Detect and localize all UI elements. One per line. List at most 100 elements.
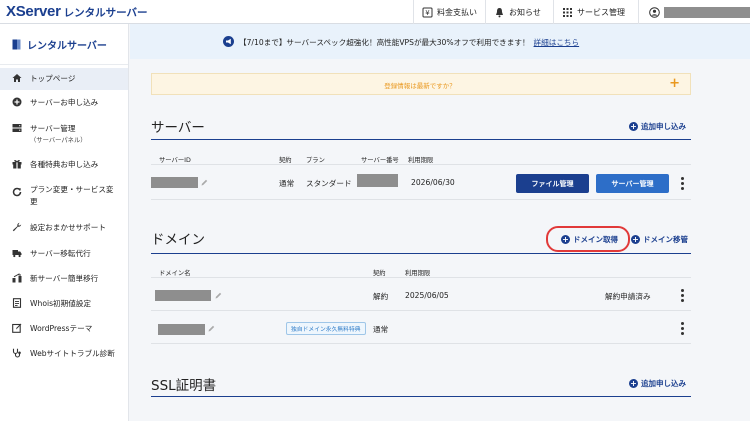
col-contract: 契約 xyxy=(373,270,386,277)
table-row-line xyxy=(151,310,691,311)
pencil-icon[interactable] xyxy=(215,292,222,299)
server-plan: スタンダード xyxy=(306,179,352,188)
plus-circle-icon: + xyxy=(561,235,570,244)
sidebar-item-label: トップページ xyxy=(30,74,76,83)
ssl-add-button[interactable]: + 追加申し込み xyxy=(629,378,686,389)
gift-icon xyxy=(12,159,22,169)
pencil-icon[interactable] xyxy=(208,325,215,332)
sidebar-item-easy-migration[interactable]: 新サーバー簡単移行 xyxy=(0,273,128,289)
domain-contract: 解約 xyxy=(373,292,389,301)
sidebar-item-wordpress-theme[interactable]: WordPressテーマ xyxy=(0,323,128,339)
payment-label: 料金支払い xyxy=(437,7,477,17)
ssl-add-label: 追加申し込み xyxy=(641,379,686,388)
stethoscope-icon xyxy=(12,348,22,358)
user-avatar-icon xyxy=(649,6,660,18)
ssl-section-title: SSL証明書 xyxy=(151,378,217,394)
col-server-number: サーバー番号 xyxy=(361,157,399,164)
campaign-banner: 【7/10まで】サーバースペック超強化！高性能VPSが最大30%オフで利用できま… xyxy=(130,24,750,59)
svg-text:¥: ¥ xyxy=(425,9,430,17)
notice-label: お知らせ xyxy=(509,7,541,17)
sidebar-item-label: サーバー管理 xyxy=(30,124,76,133)
sidebar-item-label: Whois初期値設定 xyxy=(30,299,92,308)
plus-circle-icon: + xyxy=(629,122,638,131)
file-manager-button[interactable]: ファイル管理 xyxy=(516,174,589,193)
sidebar-title[interactable]: レンタルサーバー xyxy=(0,24,128,65)
sidebar-item-label: プラン変更・サービス変 xyxy=(30,185,114,194)
sidebar-item-whois[interactable]: Whois初期値設定 xyxy=(0,298,128,314)
domain-expiry: 2025/06/05 xyxy=(405,291,449,300)
sidebar-item-plan-change[interactable]: プラン変更・サービス変 更 xyxy=(0,184,128,210)
section-divider xyxy=(151,253,691,254)
free-domain-badge: 独自ドメイン永久無料特典 xyxy=(286,322,366,335)
expand-plus-icon[interactable]: + xyxy=(669,76,680,91)
sidebar-item-benefits[interactable]: 各種特典お申し込み xyxy=(0,159,128,175)
sidebar-item-label: Webサイトトラブル診断 xyxy=(30,349,115,358)
banner-detail-link[interactable]: 詳細はこちら xyxy=(534,38,580,47)
domain-more-menu[interactable] xyxy=(681,322,684,335)
payment-button[interactable]: ¥ 料金支払い xyxy=(413,0,482,24)
col-domain-name: ドメイン名 xyxy=(159,270,191,277)
domain-section-title: ドメイン xyxy=(151,232,205,248)
refresh-icon xyxy=(12,187,22,197)
table-row-line xyxy=(151,343,691,344)
domain-more-menu[interactable] xyxy=(681,289,684,302)
truck-icon xyxy=(12,248,22,258)
sidebar-item-label: サーバーお申し込み xyxy=(30,98,99,107)
sidebar-item-label: 新サーバー簡単移行 xyxy=(30,274,99,283)
registration-notice[interactable]: 登録情報は最新ですか？ + xyxy=(151,73,691,95)
table-header-line xyxy=(151,277,691,278)
domain-name-redacted xyxy=(158,324,205,335)
user-name-redacted xyxy=(664,6,750,18)
domain-transfer-button[interactable]: + ドメイン移管 xyxy=(631,234,688,245)
book-icon xyxy=(12,39,21,50)
xserver-logo[interactable]: XServer レンタルサーバー xyxy=(6,3,148,20)
sidebar-item-label-cont: 更 xyxy=(30,197,38,206)
sidebar-item-server-management[interactable]: サーバー管理 （サーバーパネル） xyxy=(0,123,128,149)
server-icon xyxy=(12,123,22,133)
server-more-menu[interactable] xyxy=(681,177,684,190)
domain-name-redacted xyxy=(155,290,211,301)
col-server-id: サーバーID xyxy=(159,157,191,164)
user-menu[interactable] xyxy=(638,0,750,24)
banner-text: 【7/10まで】サーバースペック超強化！高性能VPSが最大30%オフで利用できま… xyxy=(239,38,530,47)
sidebar-item-label: WordPressテーマ xyxy=(30,324,93,333)
sidebar-item-label: サーバー移転代行 xyxy=(30,249,91,258)
sidebar-item-label: 設定おまかせサポート xyxy=(30,223,106,232)
domain-contract: 通常 xyxy=(373,325,389,334)
bell-icon xyxy=(494,7,505,18)
section-divider xyxy=(151,396,691,397)
domain-transfer-label: ドメイン移管 xyxy=(643,235,688,244)
home-icon xyxy=(12,73,22,83)
domain-acquire-button[interactable]: + ドメイン取得 xyxy=(561,234,618,245)
server-panel-button[interactable]: サーバー管理 xyxy=(596,174,669,193)
notice-text: 登録情報は最新ですか？ xyxy=(384,82,456,90)
col-expiry: 利用期限 xyxy=(405,270,431,277)
server-contract: 通常 xyxy=(279,179,295,188)
wrench-icon xyxy=(12,222,22,232)
top-header: XServer レンタルサーバー ¥ 料金支払い お知らせ サービス管理 xyxy=(0,0,750,24)
domain-status: 解約申請済み xyxy=(605,292,651,301)
pencil-icon[interactable] xyxy=(201,179,208,186)
domain-acquire-label: ドメイン取得 xyxy=(573,235,618,244)
payment-icon: ¥ xyxy=(422,7,433,18)
section-divider xyxy=(151,139,691,140)
sidebar-item-server-apply[interactable]: サーバーお申し込み xyxy=(0,97,128,113)
server-add-label: 追加申し込み xyxy=(641,122,686,131)
sidebar-title-label: レンタルサーバー xyxy=(27,40,107,52)
sidebar-item-sublabel: （サーバーパネル） xyxy=(30,137,87,144)
col-plan: プラン xyxy=(306,157,325,164)
sidebar-item-top-page[interactable]: トップページ xyxy=(0,68,128,90)
sidebar-item-trouble-diagnosis[interactable]: Webサイトトラブル診断 xyxy=(0,348,128,364)
col-expiry: 利用期限 xyxy=(408,157,434,164)
service-management-button[interactable]: サービス管理 xyxy=(553,0,628,24)
sidebar-item-migration-agency[interactable]: サーバー移転代行 xyxy=(0,248,128,264)
logo-sub: レンタルサーバー xyxy=(63,7,148,19)
plus-circle-icon: + xyxy=(629,379,638,388)
sidebar-item-setup-support[interactable]: 設定おまかせサポート xyxy=(0,222,128,238)
sidebar-item-label: 各種特典お申し込み xyxy=(30,160,99,169)
plus-circle-icon: + xyxy=(631,235,640,244)
notice-button[interactable]: お知らせ xyxy=(485,0,551,24)
plus-circle-icon xyxy=(12,97,22,107)
server-add-button[interactable]: + 追加申し込み xyxy=(629,121,686,132)
edit-icon xyxy=(12,323,22,333)
